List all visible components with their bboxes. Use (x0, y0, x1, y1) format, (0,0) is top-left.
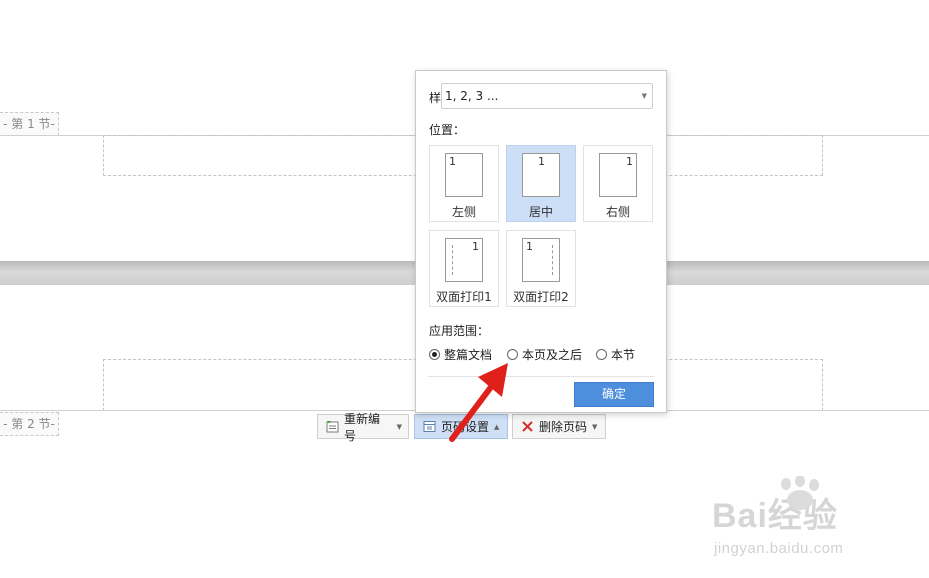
chevron-down-icon: ▼ (396, 422, 402, 431)
annotation-arrow-icon (449, 363, 508, 442)
baidu-watermark-logo: Bai经验 (712, 476, 838, 537)
page-thumbnail: 1 (445, 238, 483, 282)
page-number-preview: 1 (449, 155, 456, 168)
position-duplex2-label: 双面打印2 (513, 290, 569, 304)
section-1-tag: - 第 1 节- (0, 112, 59, 136)
delete-page-number-button[interactable]: 删除页码 ▼ (512, 414, 606, 439)
position-left-option[interactable]: 1 左侧 (429, 145, 499, 222)
position-label: 位置： (429, 123, 466, 137)
ok-button[interactable]: 确定 (574, 382, 654, 407)
page-thumbnail: 1 (522, 153, 560, 197)
chevron-down-icon: ▼ (641, 92, 647, 100)
range-this-page-onward-label: 本页及之后 (522, 348, 583, 362)
page-thumbnail: 1 (522, 238, 560, 282)
fold-line (452, 245, 453, 275)
chevron-down-icon: ▼ (592, 422, 598, 431)
delete-x-icon (521, 420, 534, 433)
position-left-label: 左侧 (451, 205, 476, 219)
position-center-option[interactable]: 1 居中 (506, 145, 576, 222)
page-settings-icon (423, 420, 436, 433)
apply-range-label: 应用范围： (429, 324, 490, 338)
position-duplex2-option[interactable]: 1 双面打印2 (506, 230, 576, 307)
page-thumbnail: 1 (445, 153, 483, 197)
page-thumbnail: 1 (599, 153, 637, 197)
renumber-label: 重新编号 (344, 411, 381, 443)
fold-line (552, 245, 553, 275)
position-center-label: 居中 (528, 205, 553, 219)
renumber-icon (326, 420, 339, 433)
page-number-preview: 1 (526, 240, 533, 253)
renumber-button[interactable]: 重新编号 ▼ (317, 412, 409, 443)
page-number-preview: 1 (538, 155, 545, 168)
range-this-section-radio[interactable]: 本节 (596, 346, 635, 363)
section-2-tag: - 第 2 节- (0, 412, 59, 436)
watermark-url: jingyan.baidu.com (714, 540, 844, 557)
page-number-preview: 1 (472, 240, 479, 253)
position-right-label: 右侧 (605, 205, 630, 219)
range-this-section-label: 本节 (611, 348, 636, 362)
radio-checked-icon (429, 349, 440, 360)
page-number-preview: 1 (626, 155, 633, 168)
paw-icon (781, 476, 819, 510)
radio-unchecked-icon (596, 349, 607, 360)
style-select-value: 1, 2, 3 ... (445, 89, 499, 103)
position-duplex1-option[interactable]: 1 双面打印1 (429, 230, 499, 307)
position-right-option[interactable]: 1 右侧 (583, 145, 653, 222)
position-duplex1-label: 双面打印1 (436, 290, 492, 304)
style-select[interactable]: 1, 2, 3 ... ▼ (441, 83, 653, 109)
delete-page-number-label: 删除页码 (539, 420, 588, 434)
